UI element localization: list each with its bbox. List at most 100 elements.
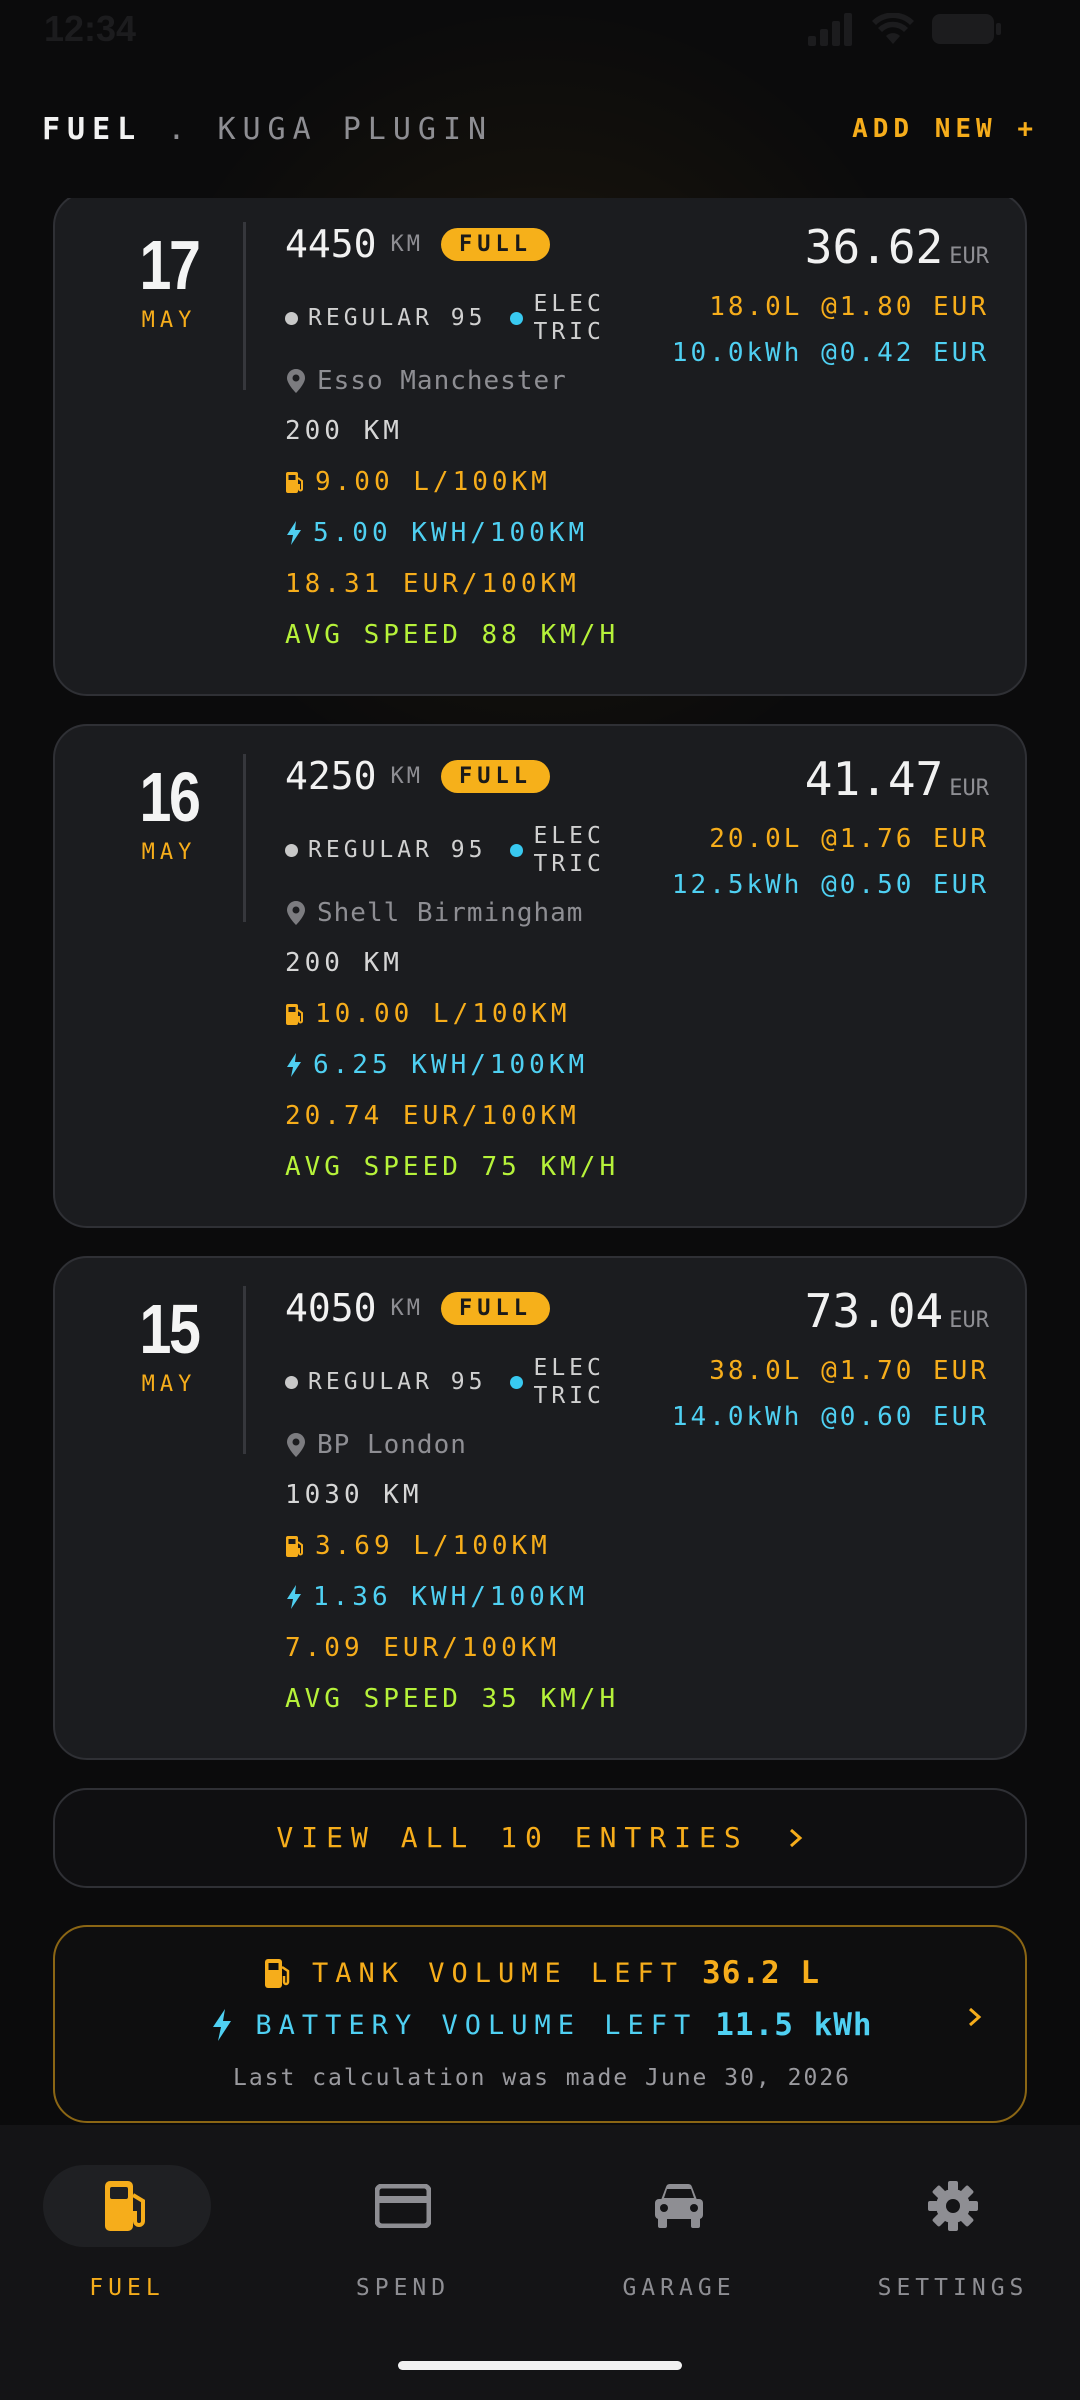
full-badge: FULL: [441, 1291, 550, 1325]
fuel-type: REGULAR 95: [308, 305, 487, 331]
electric-consumption: 1.36 KWH/100KM: [313, 1582, 589, 1612]
nav-settings-label: SETTINGS: [877, 2275, 1029, 2301]
station-name: Esso Manchester: [317, 366, 567, 396]
electric-rate: 12.5kWh @0.50 EUR: [671, 870, 989, 900]
nav-spend[interactable]: SPEND: [303, 2165, 503, 2301]
nav-garage-label: GARAGE: [622, 2275, 736, 2301]
nav-fuel[interactable]: FUEL: [27, 2165, 227, 2301]
calculation-note-row: Last calculation was made June 30, 2026: [55, 2065, 1029, 2091]
station-row: Shell Birmingham: [287, 898, 583, 928]
total-value: 36.62: [804, 220, 944, 274]
avg-speed: AVG SPEED 75 KM/H: [285, 1152, 620, 1182]
distance: 200 KM: [285, 948, 403, 978]
odometer-unit: KM: [390, 231, 424, 257]
fuel-consumption-row: 9.00 L/100KM: [285, 467, 551, 497]
credit-card-icon: [319, 2165, 487, 2247]
electric-type: ELEC TRIC: [533, 290, 604, 346]
electric-consumption: 5.00 KWH/100KM: [313, 518, 589, 548]
electric-type-line2: TRIC: [533, 1383, 605, 1409]
app-header: FUEL . KUGA PLUGIN ADD NEW +: [0, 100, 1080, 164]
vehicle-name: KUGA PLUGIN: [217, 112, 494, 147]
electric-type-line2: TRIC: [533, 851, 605, 877]
lightning-icon: [287, 521, 301, 545]
odometer-row: 4050 KM FULL: [285, 1286, 550, 1330]
title-separator: .: [167, 112, 193, 147]
view-all-label: VIEW ALL 10 ENTRIES: [276, 1821, 749, 1854]
electric-consumption-row: 5.00 KWH/100KM: [285, 518, 588, 548]
fuel-consumption-row: 3.69 L/100KM: [285, 1531, 551, 1561]
cost-per-100km: 7.09 EUR/100KM: [285, 1633, 561, 1663]
electric-type-line1: ELEC: [533, 291, 605, 317]
volume-summary-card[interactable]: TANK VOLUME LEFT 36.2 L BATTERY VOLUME L…: [53, 1925, 1027, 2123]
status-time: 12:34: [44, 8, 137, 49]
electric-type: ELEC TRIC: [533, 822, 604, 878]
chevron-right-icon: [969, 2007, 982, 2027]
calculation-note: Last calculation was made June 30, 2026: [232, 2065, 852, 2091]
page-title: FUEL . KUGA PLUGIN: [42, 112, 493, 147]
chevron-right-icon: [789, 1828, 802, 1848]
fuel-consumption: 10.00 L/100KM: [315, 999, 571, 1029]
odometer-value: 4050: [285, 1286, 377, 1330]
tank-label: TANK VOLUME LEFT: [311, 1957, 685, 1989]
location-pin-icon: [287, 1433, 305, 1457]
home-indicator[interactable]: [398, 2361, 682, 2370]
electric-consumption-row: 1.36 KWH/100KM: [285, 1582, 588, 1612]
electric-consumption-row: 6.25 KWH/100KM: [285, 1050, 588, 1080]
tank-value: 36.2 L: [702, 1955, 821, 1991]
add-new-button[interactable]: ADD NEW +: [852, 114, 1038, 144]
fuel-consumption: 9.00 L/100KM: [315, 467, 551, 497]
nav-settings[interactable]: SETTINGS: [853, 2165, 1053, 2301]
entry-day: 16: [139, 758, 201, 836]
fuel-entry-card[interactable]: 15 MAY 4050 KM FULL REGULAR 95 ELEC TRIC …: [53, 1256, 1027, 1760]
fuel-rate: 20.0L @1.76 EUR: [709, 824, 989, 854]
total-amount: 73.04 EUR: [805, 1284, 989, 1338]
entry-day: 15: [139, 1290, 201, 1368]
total-amount: 36.62 EUR: [805, 220, 989, 274]
gasoline-dot-icon: [285, 311, 298, 325]
lightning-icon: [287, 1585, 301, 1609]
gasoline-dot-icon: [285, 1375, 298, 1389]
cost-per-100km: 18.31 EUR/100KM: [285, 569, 580, 599]
view-all-entries-button[interactable]: VIEW ALL 10 ENTRIES: [53, 1788, 1027, 1888]
divider: [243, 754, 246, 922]
divider: [243, 222, 246, 390]
fuel-entry-card[interactable]: 17 MAY 4450 KM FULL REGULAR 95 ELEC TRIC …: [53, 198, 1027, 696]
electric-rate: 10.0kWh @0.42 EUR: [671, 338, 989, 368]
fuel-consumption-row: 10.00 L/100KM: [285, 999, 571, 1029]
electric-dot-icon: [510, 843, 524, 857]
divider: [243, 1286, 246, 1454]
station-row: BP London: [287, 1430, 467, 1460]
total-currency: EUR: [949, 1308, 989, 1333]
total-currency: EUR: [949, 244, 989, 269]
location-pin-icon: [287, 369, 305, 393]
electric-type: ELEC TRIC: [533, 1354, 604, 1410]
avg-speed: AVG SPEED 35 KM/H: [285, 1684, 620, 1714]
electric-dot-icon: [510, 311, 524, 325]
fuel-rate: 18.0L @1.80 EUR: [709, 292, 989, 322]
entry-date: 15 MAY: [119, 1288, 219, 1397]
fuel-pump-icon: [286, 1536, 303, 1557]
odometer-value: 4450: [285, 222, 377, 266]
battery-row: BATTERY VOLUME LEFT 11.5 kWh: [55, 2007, 1029, 2043]
fuel-pump-icon: [286, 472, 303, 493]
battery-icon: [932, 12, 1002, 50]
fuel-pump-icon: [264, 1959, 290, 1988]
odometer-unit: KM: [390, 763, 424, 789]
distance: 200 KM: [285, 416, 403, 446]
fuel-types: REGULAR 95 ELEC TRIC: [285, 822, 605, 878]
nav-garage[interactable]: GARAGE: [579, 2165, 779, 2301]
entry-date: 16 MAY: [119, 756, 219, 865]
battery-label: BATTERY VOLUME LEFT: [255, 2009, 698, 2041]
odometer-row: 4250 KM FULL: [285, 754, 550, 798]
nav-fuel-label: FUEL: [89, 2275, 165, 2301]
cost-per-100km: 20.74 EUR/100KM: [285, 1101, 580, 1131]
fuel-rate: 38.0L @1.70 EUR: [709, 1356, 989, 1386]
fuel-pump-icon: [286, 1004, 303, 1025]
fuel-entry-card[interactable]: 16 MAY 4250 KM FULL REGULAR 95 ELEC TRIC …: [53, 724, 1027, 1228]
fuel-consumption: 3.69 L/100KM: [315, 1531, 551, 1561]
total-value: 41.47: [804, 752, 944, 806]
station-name: BP London: [317, 1430, 467, 1460]
full-badge: FULL: [441, 759, 550, 793]
gasoline-dot-icon: [285, 843, 298, 857]
wifi-icon: [872, 12, 914, 49]
